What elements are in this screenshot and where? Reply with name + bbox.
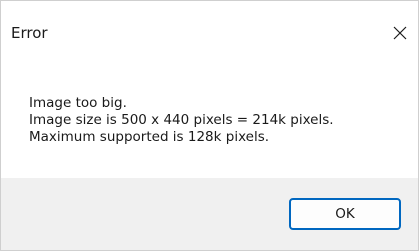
message-line: Maximum supported is 128k pixels. bbox=[29, 129, 270, 145]
ok-button[interactable]: OK bbox=[289, 198, 401, 230]
dialog-content: Image too big. Image size is 500 x 440 p… bbox=[1, 63, 418, 178]
error-dialog: Error Image too big. Image size is 500 x… bbox=[0, 0, 419, 251]
close-icon bbox=[393, 26, 407, 40]
title-bar: Error bbox=[1, 1, 418, 63]
message-line: Image size is 500 x 440 pixels = 214k pi… bbox=[29, 112, 334, 128]
dialog-title: Error bbox=[11, 24, 48, 42]
error-message: Image too big. Image size is 500 x 440 p… bbox=[29, 95, 334, 146]
close-button[interactable] bbox=[384, 18, 418, 48]
dialog-footer: OK bbox=[1, 178, 418, 250]
message-line: Image too big. bbox=[29, 95, 127, 111]
